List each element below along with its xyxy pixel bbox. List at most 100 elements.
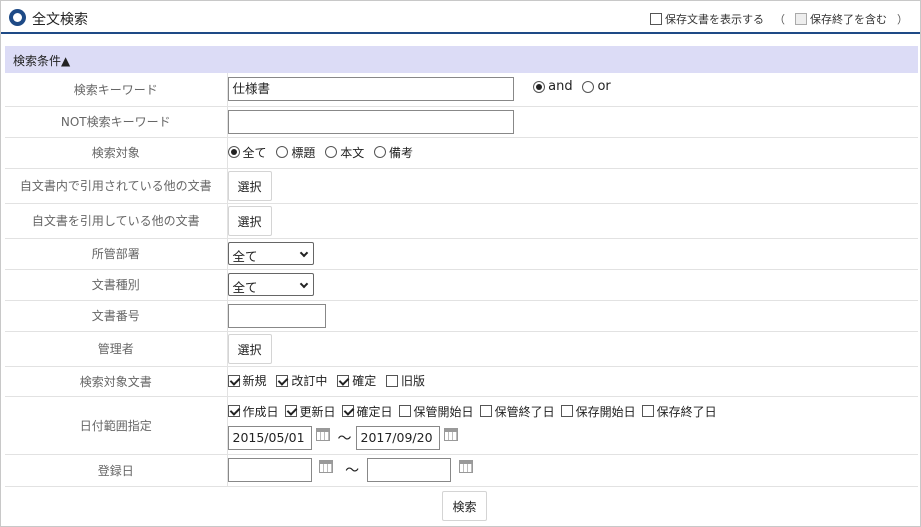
not-keyword-input[interactable] [227,109,514,134]
calendar-icon[interactable] [443,427,458,441]
date-range-label: 日付範囲指定 [5,396,228,455]
full-text-search-window: 全文検索 保存文書を表示する （ 保存終了を含む ） 検索条件▲ 検索キーワード… [0,0,921,527]
title-bar: 全文検索 保存文書を表示する （ 保存終了を含む ） [1,1,920,34]
date-kind-label: 保管終了日 [494,404,555,419]
keyword-input[interactable]: 仕様書 [227,77,514,102]
target-option-label: 標題 [291,145,316,160]
department-select[interactable]: 全て [227,242,314,265]
mode-or-radio[interactable] [582,80,595,93]
target-docs-option-label: 新規 [242,374,267,389]
target-radio-remarks[interactable] [374,146,387,159]
submit-cell: 検索 [5,486,918,526]
not-keyword-label: NOT検索キーワード [5,106,228,138]
target-label: 検索対象 [5,137,228,169]
manager-select-button[interactable]: 選択 [227,333,272,364]
date-kind-checkbox[interactable] [479,405,492,417]
target-option-remarks[interactable]: 備考 [374,144,413,161]
target-docs-cell: 新規 改訂中 確定 旧版 [227,366,918,397]
include-ended-checkbox[interactable] [795,13,807,25]
manager-label: 管理者 [5,331,228,367]
citing-self-label: 自文書を引用している他の文書 [5,203,228,239]
target-radio-all[interactable] [227,146,240,159]
doc-type-select[interactable]: 全て [227,273,314,296]
date-kind-options: 作成日 更新日 確定日 保管開始日 保管終了日 保存開始日 保存終了日 [227,398,919,424]
target-docs-option-confirmed[interactable]: 確定 [337,372,376,389]
citing-self-select-button[interactable]: 選択 [227,205,272,236]
date-range-cell: 作成日 更新日 確定日 保管開始日 保管終了日 保存開始日 保存終了日 2015… [227,396,919,455]
target-option-title[interactable]: 標題 [276,144,315,161]
row-keyword: 検索キーワード 仕様書 and or [5,73,918,107]
keyword-cell: 仕様書 and or [227,73,918,107]
date-kind-keep-end[interactable]: 保管終了日 [479,403,555,420]
date-kind-created[interactable]: 作成日 [227,403,279,420]
registered-from-input[interactable] [227,458,312,482]
calendar-icon[interactable] [315,427,330,441]
target-option-label: 備考 [389,145,414,160]
paren-open: （ [774,13,785,26]
cited-by-self-cell: 選択 [227,168,918,204]
date-range-inputs: 2015/05/01 ～ 2017/09/20 [227,424,919,452]
registered-to-input[interactable] [366,458,451,482]
cited-by-self-select-button[interactable]: 選択 [227,170,272,201]
date-kind-checkbox[interactable] [284,405,297,417]
row-date-range: 日付範囲指定 作成日 更新日 確定日 保管開始日 保管終了日 保存開始日 保存終… [5,396,919,455]
target-docs-option-revising[interactable]: 改訂中 [276,372,327,389]
target-docs-option-label: 旧版 [401,374,426,389]
calendar-icon[interactable] [458,459,473,473]
target-option-label: 全て [242,145,267,160]
date-kind-save-end[interactable]: 保存終了日 [641,403,717,420]
target-docs-checkbox-revising[interactable] [276,374,289,387]
date-kind-label: 作成日 [242,404,279,419]
show-saved-label: 保存文書を表示する [665,13,764,26]
target-docs-checkbox-old[interactable] [386,374,399,387]
department-select-value: 全て [232,249,258,264]
range-separator: ～ [337,431,352,447]
date-kind-checkbox[interactable] [560,405,573,417]
row-doc-number: 文書番号 [5,300,918,332]
target-radio-title[interactable] [276,146,289,159]
mode-and-radio[interactable] [533,80,546,93]
doc-number-input[interactable] [227,303,326,328]
registered-cell: ～ [227,454,918,487]
date-kind-checkbox[interactable] [227,405,240,417]
date-to-input[interactable]: 2017/09/20 [355,426,440,450]
date-kind-checkbox[interactable] [341,405,354,417]
date-kind-checkbox[interactable] [641,405,654,417]
search-button[interactable]: 検索 [442,491,487,522]
doc-type-label: 文書種別 [5,269,228,301]
page-title: 全文検索 [32,12,88,28]
date-kind-label: 保存開始日 [575,404,636,419]
doc-type-cell: 全て [227,269,918,301]
chevron-down-icon [299,248,308,258]
target-radio-body[interactable] [325,146,338,159]
mode-or-option[interactable]: or [582,79,611,94]
target-docs-option-new[interactable]: 新規 [227,372,267,389]
target-docs-checkbox-new[interactable] [227,374,240,387]
target-docs-option-old[interactable]: 旧版 [386,372,425,389]
date-from-input[interactable]: 2015/05/01 [227,426,312,450]
include-ended-label: 保存終了を含む [810,13,887,26]
date-kind-save-start[interactable]: 保存開始日 [560,403,636,420]
target-docs-checkbox-confirmed[interactable] [337,374,350,387]
date-kind-updated[interactable]: 更新日 [284,403,336,420]
row-doc-type: 文書種別 全て [5,269,918,301]
target-option-label: 本文 [340,145,365,160]
cited-by-self-label: 自文書内で引用されている他の文書 [5,168,228,204]
row-target-docs: 検索対象文書 新規 改訂中 確定 旧版 [5,366,918,397]
target-docs-option-label: 確定 [352,374,377,389]
row-not-keyword: NOT検索キーワード [5,106,918,138]
target-option-all[interactable]: 全て [227,144,267,161]
mode-and-option[interactable]: and [533,79,573,94]
row-cited-by-self: 自文書内で引用されている他の文書 選択 [5,168,918,204]
date-kind-checkbox[interactable] [398,405,411,417]
title-options: 保存文書を表示する （ 保存終了を含む ） [650,11,908,27]
date-kind-confirmed[interactable]: 確定日 [341,403,393,420]
date-kind-keep-start[interactable]: 保管開始日 [398,403,474,420]
target-option-body[interactable]: 本文 [325,144,364,161]
target-docs-label: 検索対象文書 [5,366,228,397]
calendar-icon[interactable] [319,459,334,473]
row-manager: 管理者 選択 [5,331,918,367]
show-saved-checkbox[interactable] [650,13,662,25]
search-form: 検索キーワード 仕様書 and or NOT検索キーワード 検索対象 全て 標題… [5,73,918,526]
search-conditions-toggle[interactable]: 検索条件▲ [5,46,918,73]
